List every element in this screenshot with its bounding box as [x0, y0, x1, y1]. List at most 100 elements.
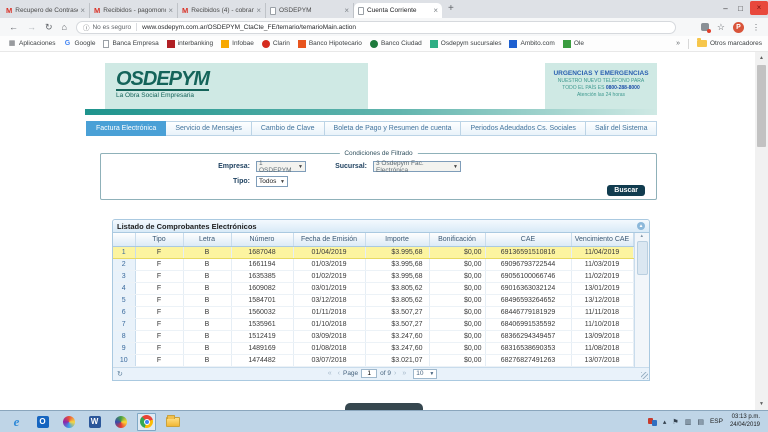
menu-kebab-icon[interactable]: ⋮: [752, 23, 760, 32]
browser-tab-1[interactable]: MRecupero de Contraseña - cint×: [2, 3, 90, 18]
scroll-up-icon[interactable]: ▴: [635, 233, 650, 240]
column-header-importe[interactable]: Importe: [365, 233, 429, 246]
tab-close-icon[interactable]: ×: [256, 6, 261, 15]
other-bookmarks-label[interactable]: Otros marcadores: [710, 40, 762, 47]
browser-tab-5[interactable]: Cuenta Corriente×: [354, 3, 442, 18]
first-page-icon[interactable]: «: [328, 370, 332, 377]
scroll-up-icon[interactable]: ▲: [755, 52, 768, 64]
back-icon[interactable]: ←: [9, 22, 18, 32]
next-page-icon[interactable]: ›: [394, 370, 396, 377]
language-indicator[interactable]: ESP: [710, 418, 723, 425]
buscar-button[interactable]: Buscar: [607, 185, 645, 196]
browser-tab-4[interactable]: OSDEPYM×: [266, 3, 354, 18]
prev-page-icon[interactable]: ‹: [338, 370, 340, 377]
tab-close-icon[interactable]: ×: [433, 6, 438, 15]
tray-icon[interactable]: ▥: [685, 418, 692, 426]
page-number-input[interactable]: [361, 369, 377, 378]
clock[interactable]: 03:13 p.m. 24/04/2019: [730, 414, 760, 429]
paint-taskbar-icon[interactable]: [59, 413, 78, 431]
bookmark-infobae[interactable]: Infobae: [221, 40, 254, 48]
nav-tab-boleta-de-pago-y-resumen-de-cuenta[interactable]: Boleta de Pago y Resumen de cuenta: [325, 121, 462, 136]
page-scrollbar[interactable]: ▲ ▼: [755, 52, 768, 410]
page-size-select[interactable]: 10 ▼: [413, 369, 437, 379]
grid-row-10[interactable]: 10FB147448203/07/2018$3.021,07$0,0068276…: [113, 354, 633, 366]
profile-avatar[interactable]: P: [733, 22, 744, 33]
tipo-select[interactable]: Todos ▼: [256, 176, 288, 187]
sucursal-select[interactable]: 3 Osdepym Fac. Electrónica ▼: [373, 161, 461, 172]
nav-tab-cambio-de-clave[interactable]: Cambio de Clave: [252, 121, 325, 136]
grid-resize-handle[interactable]: [641, 372, 648, 379]
tray-icon[interactable]: ▤: [697, 418, 704, 426]
grid-row-1[interactable]: 1FB168704801/04/2019$3.995,68$0,00691365…: [113, 246, 633, 258]
refresh-icon[interactable]: ↻: [117, 370, 123, 378]
scroll-down-icon[interactable]: ▼: [755, 398, 768, 410]
bookmark-osdepym-sucursales[interactable]: Osdepym sucursales: [430, 40, 502, 48]
outlook-taskbar-icon[interactable]: O: [33, 413, 52, 431]
bookmark-ambito-com[interactable]: Ambito.com: [509, 40, 554, 48]
bookmark-star-icon[interactable]: ☆: [717, 22, 725, 33]
tab-close-icon[interactable]: ×: [80, 6, 85, 15]
grid-row-9[interactable]: 9FB148916901/08/2018$3.247,60$0,00683165…: [113, 342, 633, 354]
browser-tab-3[interactable]: MRecibidos (4) - cobranzasemp×: [178, 3, 266, 18]
bookmark-banco-ciudad[interactable]: Banco Ciudad: [370, 40, 422, 48]
bookmarks-overflow-icon[interactable]: »: [676, 40, 680, 47]
word-taskbar-icon[interactable]: W: [85, 413, 104, 431]
column-header-n-mero[interactable]: Número: [231, 233, 293, 246]
chrome-taskbar-icon[interactable]: [137, 413, 156, 431]
nav-tab-periodos-adeudados-cs-sociales[interactable]: Periodos Adeudados Cs. Sociales: [461, 121, 585, 136]
grid-row-7[interactable]: 7FB153596101/10/2018$3.507,27$0,00684069…: [113, 318, 633, 330]
grid-scrollbar[interactable]: ▴: [634, 233, 650, 367]
omnibox-divider: [136, 23, 137, 31]
tab-close-icon[interactable]: ×: [168, 6, 173, 15]
file-explorer-taskbar-icon[interactable]: [163, 413, 182, 431]
maximize-button[interactable]: □: [733, 4, 748, 13]
grid-row-4[interactable]: 4FB160908203/01/2019$3.805,62$0,00690163…: [113, 282, 633, 294]
security-tray-icon[interactable]: [648, 418, 657, 426]
grid-row-8[interactable]: 8FB151241903/09/2018$3.247,60$0,00683662…: [113, 330, 633, 342]
tray-icon[interactable]: ⚑: [672, 418, 678, 426]
show-hidden-icons[interactable]: ▴: [663, 418, 667, 426]
bookmark-google[interactable]: GGoogle: [64, 40, 96, 48]
bookmark-ole[interactable]: Ole: [563, 40, 584, 48]
reload-icon[interactable]: ↻: [45, 22, 53, 33]
column-header-cae[interactable]: CAE: [485, 233, 571, 246]
info-icon[interactable]: ⓘ: [83, 22, 90, 32]
extension-icon[interactable]: [701, 23, 709, 31]
address-bar[interactable]: ⓘ No es seguro www.osdepym.com.ar/OSDEPY…: [76, 21, 676, 34]
close-button[interactable]: ×: [750, 1, 768, 15]
empresa-select[interactable]: 1 OSDEPYM ▼: [256, 161, 306, 172]
forward-icon[interactable]: →: [27, 22, 36, 32]
photo-app-taskbar-icon[interactable]: [111, 413, 130, 431]
home-icon[interactable]: ⌂: [62, 22, 67, 32]
bookmark-banco-hipotecario[interactable]: Banco Hipotecario: [298, 40, 362, 48]
column-header-tipo[interactable]: Tipo: [135, 233, 183, 246]
minimize-button[interactable]: –: [718, 4, 733, 13]
last-page-icon[interactable]: »: [402, 370, 406, 377]
browser-tab-2[interactable]: MRecibidos - pagomonotributo@×: [90, 3, 178, 18]
nav-tab-servicio-de-mensajes[interactable]: Servicio de Mensajes: [166, 121, 252, 136]
column-header-vencimiento-cae[interactable]: Vencimiento CAE: [571, 233, 633, 246]
nav-tab-salir-del-sistema[interactable]: Salir del Sistema: [586, 121, 658, 136]
column-header-bonificaci-n[interactable]: Bonificación: [429, 233, 485, 246]
new-tab-button[interactable]: +: [448, 3, 454, 18]
column-header-letra[interactable]: Letra: [183, 233, 231, 246]
bookmark-clarin[interactable]: Clarin: [262, 40, 290, 48]
bookmark-interbanking[interactable]: interbanking: [167, 40, 213, 48]
column-header-fecha-de-emisi-n[interactable]: Fecha de Emisión: [293, 233, 365, 246]
grid-scroll-thumb[interactable]: [637, 241, 648, 275]
grid-row-5[interactable]: 5FB158470103/12/2018$3.805,62$0,00684965…: [113, 294, 633, 306]
page-scroll-thumb[interactable]: [757, 65, 766, 147]
grid-row-3[interactable]: 3FB163538501/02/2019$3.995,68$0,00690561…: [113, 270, 633, 282]
chevron-down-icon: ▼: [450, 164, 458, 170]
nav-tab-factura-electr-nica[interactable]: Factura Electrónica: [86, 121, 166, 136]
bookmark-banca-empresa[interactable]: Banca Empresa: [103, 40, 158, 48]
collapse-panel-icon[interactable]: ▴: [637, 222, 645, 230]
grid-row-2[interactable]: 2FB166119401/03/2019$3.995,68$0,00690967…: [113, 258, 633, 270]
gmail-favicon-icon: M: [94, 7, 100, 14]
tab-close-icon[interactable]: ×: [344, 6, 349, 15]
grid-row-6[interactable]: 6FB156003201/11/2018$3.507,27$0,00684467…: [113, 306, 633, 318]
bookmark-aplicaciones[interactable]: ▦Aplicaciones: [8, 40, 56, 48]
empresa-label: Empresa:: [206, 163, 250, 170]
row-number-cell: 6: [113, 306, 135, 318]
internet-explorer-taskbar-icon[interactable]: e: [7, 413, 26, 431]
